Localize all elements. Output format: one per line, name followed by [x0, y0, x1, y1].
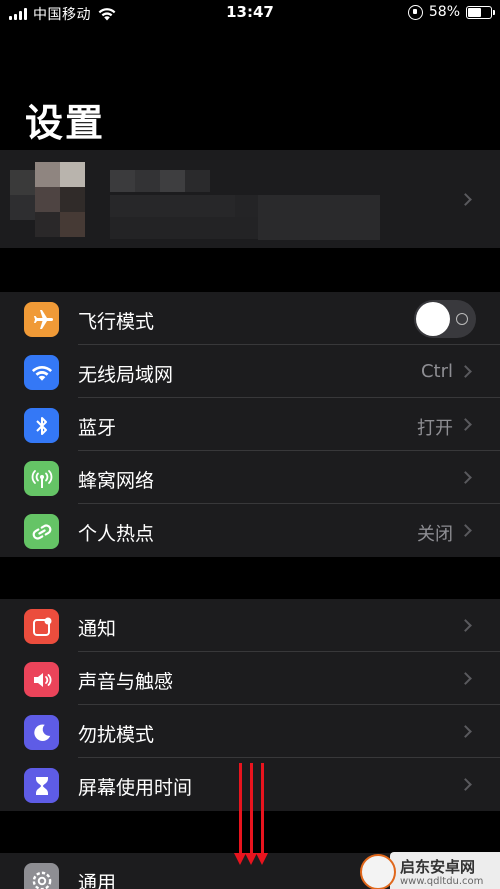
connectivity-group: 飞行模式 无线局域网 Ctrl 蓝牙 打开 蜂窝网络 个人热点 关闭 — [0, 292, 500, 557]
chevron-right-icon — [459, 418, 472, 431]
moon-icon — [24, 715, 59, 750]
name-pixel — [160, 170, 185, 192]
chevron-right-icon — [459, 471, 472, 484]
personal-hotspot-row[interactable]: 个人热点 关闭 — [0, 504, 500, 557]
sounds-label: 声音与触感 — [78, 671, 174, 693]
link-icon — [24, 514, 59, 549]
chevron-right-icon — [459, 193, 472, 206]
do-not-disturb-row[interactable]: 勿扰模式 — [0, 705, 500, 758]
airplane-mode-toggle[interactable] — [414, 300, 476, 338]
page-title: 设置 — [25, 101, 106, 145]
airplane-mode-label: 飞行模式 — [78, 311, 155, 333]
watermark-title: 启东安卓网 — [400, 858, 476, 876]
subtitle-pixel — [110, 217, 258, 239]
site-watermark: 启东安卓网 www.qdltdu.com — [360, 850, 500, 889]
chevron-right-icon — [459, 672, 472, 685]
chevron-right-icon — [459, 725, 472, 738]
avatar-pixel — [35, 212, 60, 237]
avatar-pixel — [35, 187, 60, 212]
avatar-pixel — [60, 187, 85, 212]
chevron-right-icon — [459, 365, 472, 378]
watermark-logo-icon — [360, 854, 396, 889]
name-pixel — [185, 170, 210, 192]
watermark-subtitle: www.qdltdu.com — [400, 876, 484, 887]
notifications-row[interactable]: 通知 — [0, 599, 500, 652]
chevron-right-icon — [459, 619, 472, 632]
bluetooth-label: 蓝牙 — [78, 417, 117, 439]
annotation-arrow — [245, 763, 257, 865]
general-label: 通用 — [78, 872, 117, 889]
sounds-haptics-row[interactable]: 声音与触感 — [0, 652, 500, 705]
battery-icon — [466, 5, 495, 19]
avatar-pixel — [60, 212, 85, 237]
status-bar: 中国移动 13:47 58% — [0, 0, 500, 28]
speaker-icon — [24, 662, 59, 697]
gear-icon — [24, 863, 59, 889]
avatar-pixel — [10, 170, 35, 195]
chevron-right-icon — [459, 524, 472, 537]
wifi-row[interactable]: 无线局域网 Ctrl — [0, 345, 500, 398]
hotspot-status-value: 关闭 — [417, 524, 453, 545]
avatar-pixel — [10, 195, 35, 220]
battery-level — [468, 7, 481, 17]
status-right: 58% — [407, 4, 495, 20]
hotspot-label: 个人热点 — [78, 523, 155, 545]
battery-percent: 58% — [428, 4, 460, 20]
name-pixel — [135, 170, 160, 192]
cellular-label: 蜂窝网络 — [78, 470, 155, 492]
avatar-pixel — [35, 162, 60, 187]
name-pixel — [110, 170, 135, 192]
annotation-arrow — [256, 763, 268, 865]
toggle-knob — [416, 302, 450, 336]
chevron-right-icon — [459, 778, 472, 791]
apple-id-profile-row[interactable] — [0, 150, 500, 248]
hourglass-icon — [24, 768, 59, 803]
bluetooth-row[interactable]: 蓝牙 打开 — [0, 398, 500, 451]
screen-time-label: 屏幕使用时间 — [78, 777, 193, 799]
cellular-row[interactable]: 蜂窝网络 — [0, 451, 500, 504]
annotation-arrow — [234, 763, 246, 865]
wifi-network-value: Ctrl — [420, 361, 453, 382]
bluetooth-status-value: 打开 — [417, 418, 453, 439]
subtitle-pixel — [258, 195, 380, 240]
toggle-off-indicator — [456, 313, 468, 325]
airplane-icon — [24, 302, 59, 337]
airplane-mode-row[interactable]: 飞行模式 — [0, 292, 500, 345]
notifications-label: 通知 — [78, 618, 117, 640]
wifi-label: 无线局域网 — [78, 364, 174, 386]
bluetooth-icon — [24, 408, 59, 443]
wifi-icon — [24, 355, 59, 390]
rotation-lock-icon — [407, 4, 423, 20]
avatar-pixel — [60, 162, 85, 187]
antenna-icon — [24, 461, 59, 496]
subtitle-pixel — [110, 195, 235, 217]
dnd-label: 勿扰模式 — [78, 724, 155, 746]
notification-icon — [24, 609, 59, 644]
subtitle-pixel — [235, 195, 260, 217]
